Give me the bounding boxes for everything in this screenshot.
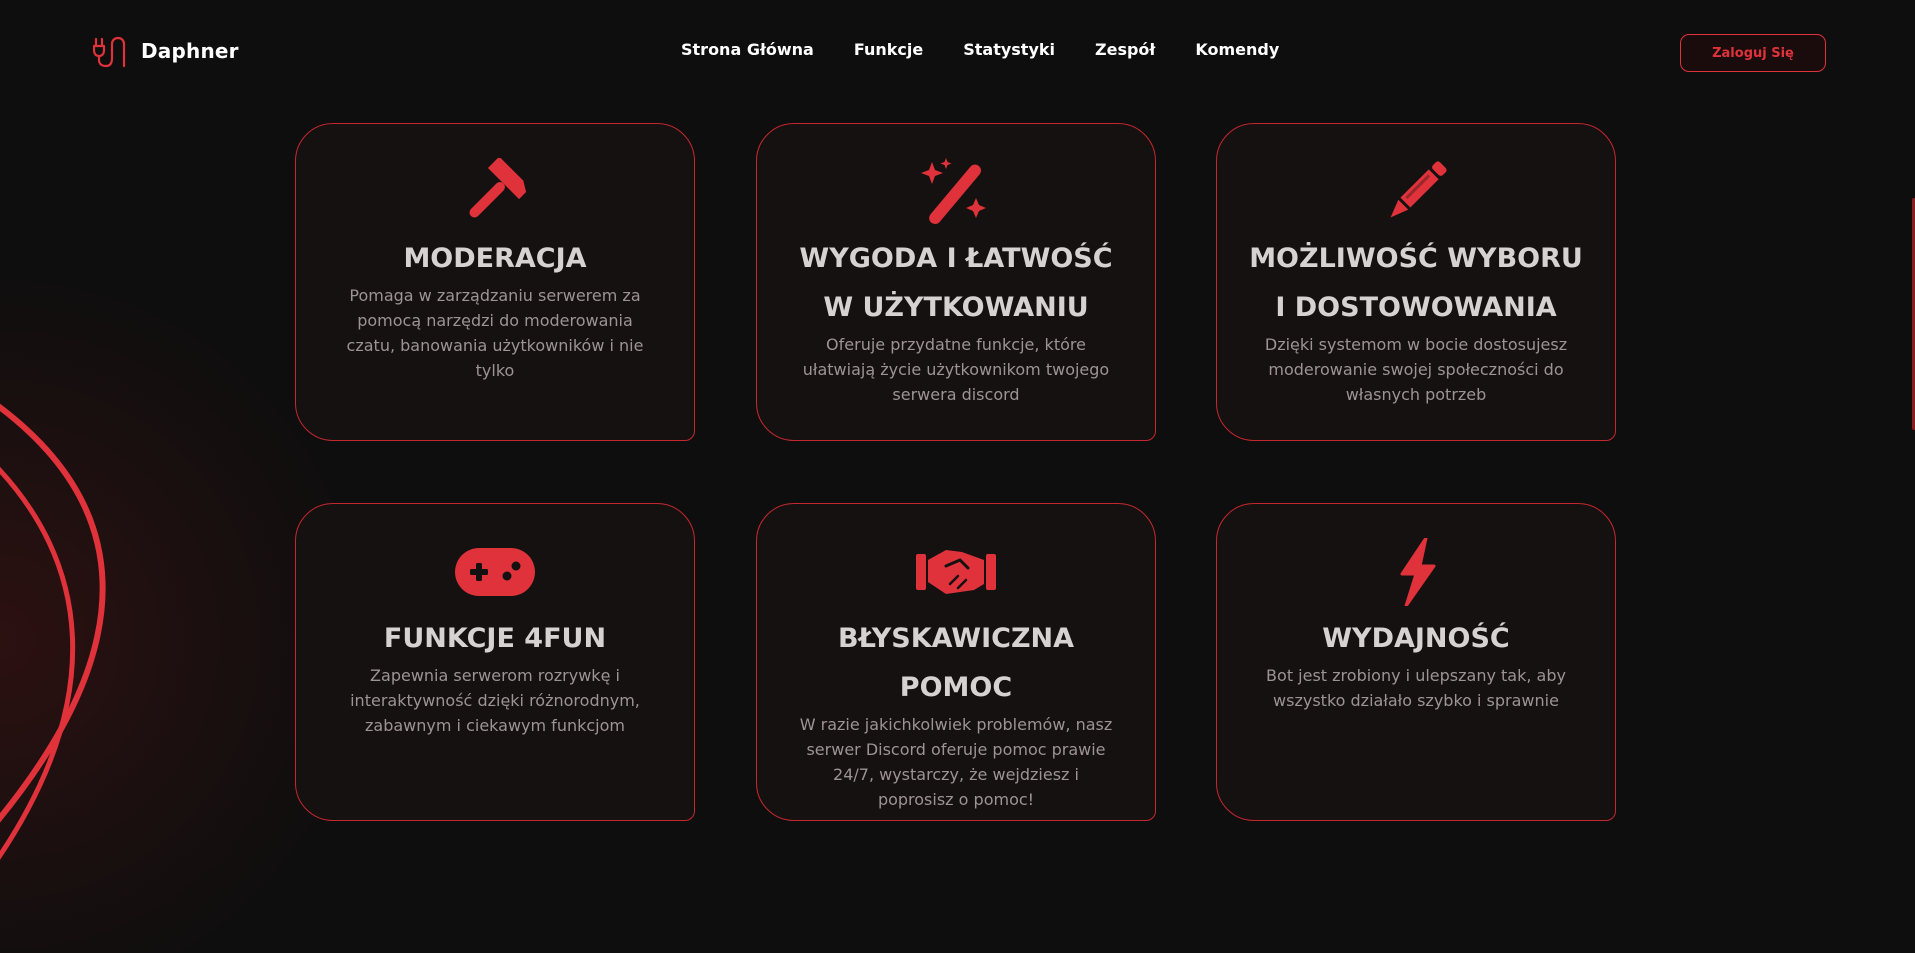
magic-wand-icon [921, 158, 986, 225]
nav-link-statistics[interactable]: Statystyki [963, 40, 1055, 59]
feature-card-performance: WYDAJNOŚĆ Bot jest zrobiony i ulepszany … [1216, 503, 1616, 821]
feature-description: Dzięki systemom w bocie dostosujesz mode… [1264, 335, 1568, 404]
gamepad-icon [455, 548, 535, 596]
lightning-bolt-icon [1400, 538, 1436, 606]
feature-title: FUNKCJE 4FUN [383, 623, 607, 654]
main-navigation: Strona Główna Funkcje Statystyki Zespół … [681, 40, 1279, 59]
feature-card-4fun: FUNKCJE 4FUN Zapewnia serwerom rozrywkę … [295, 503, 695, 821]
hammer-icon [469, 158, 527, 218]
feature-description: Zapewnia serwerom rozrywkę i interaktywn… [350, 666, 640, 735]
feature-title: WYGODA I ŁATWOŚĆ W UŻYTKOWANIU [799, 243, 1113, 323]
pencil-icon [1390, 161, 1447, 218]
site-header: Daphner Strona Główna Funkcje Statystyki… [0, 0, 1915, 106]
feature-title: WYDAJNOŚĆ [1322, 623, 1510, 654]
feature-card-moderation: MODERACJA Pomaga w zarządzaniu serwerem … [295, 123, 695, 441]
nav-link-commands[interactable]: Komendy [1195, 40, 1279, 59]
feature-description: Pomaga w zarządzaniu serwerem za pomocą … [346, 286, 644, 380]
feature-card-convenience: WYGODA I ŁATWOŚĆ W UŻYTKOWANIU Oferuje p… [756, 123, 1156, 441]
feature-card-customization: MOŻLIWOŚĆ WYBORU I DOSTOWOWANIA Dzięki s… [1216, 123, 1616, 441]
login-button[interactable]: Zaloguj Się [1680, 34, 1826, 72]
nav-link-home[interactable]: Strona Główna [681, 40, 814, 59]
plug-icon [93, 36, 126, 68]
feature-card-support: BŁYSKAWICZNA POMOC W razie jakichkolwiek… [756, 503, 1156, 821]
nav-link-team[interactable]: Zespół [1095, 40, 1155, 59]
feature-title: BŁYSKAWICZNA POMOC [837, 623, 1075, 703]
feature-title: MODERACJA [403, 243, 587, 274]
brand-name: Daphner [141, 39, 239, 63]
feature-title: MOŻLIWOŚĆ WYBORU I DOSTOWOWANIA [1249, 243, 1583, 323]
nav-link-features[interactable]: Funkcje [854, 40, 923, 59]
brand-logo-link[interactable]: Daphner [93, 34, 239, 68]
feature-description: Oferuje przydatne funkcje, które ułatwia… [802, 335, 1110, 404]
feature-description: W razie jakichkolwiek problemów, nasz se… [799, 715, 1113, 809]
handshake-icon [916, 550, 996, 594]
feature-description: Bot jest zrobiony i ulepszany tak, aby w… [1266, 666, 1566, 710]
